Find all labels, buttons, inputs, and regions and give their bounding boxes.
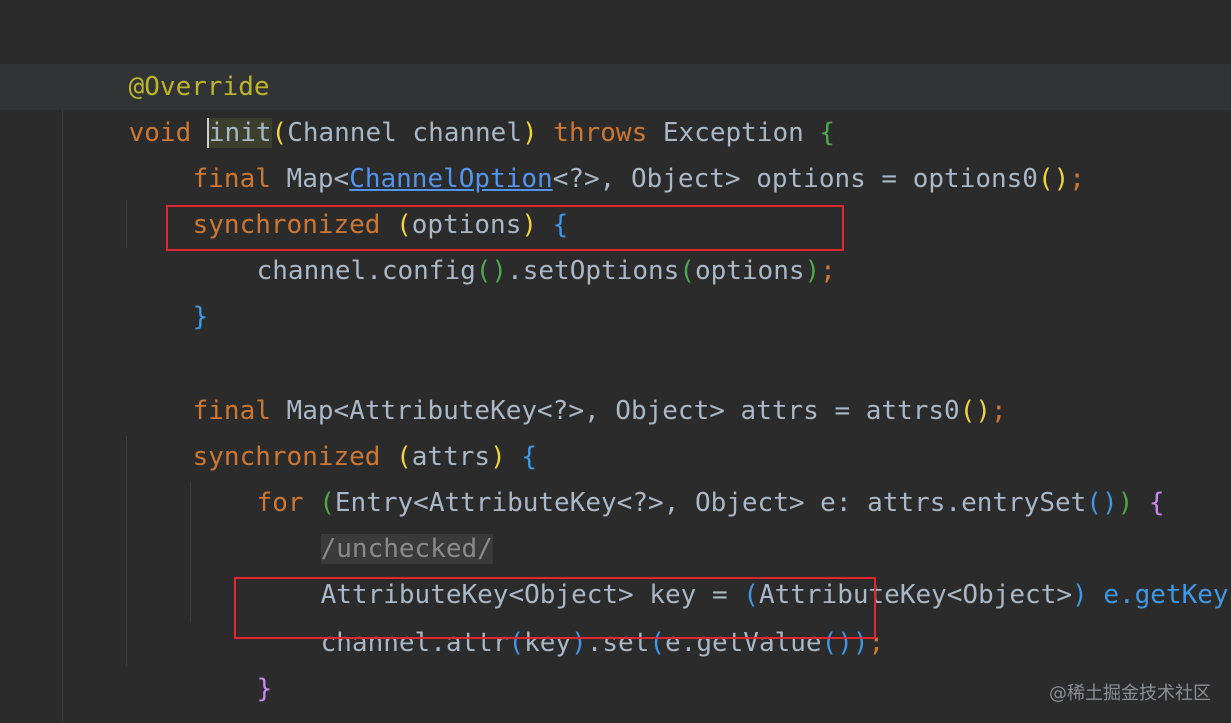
code-line[interactable]: final Map<AttributeKey<?>, Object> attrs… xyxy=(130,342,1007,426)
variable: e: attrs.entrySet xyxy=(804,488,1087,518)
brace: } xyxy=(256,674,273,704)
brace: } xyxy=(192,302,209,332)
indent-guide xyxy=(190,482,191,622)
indent-guide xyxy=(126,436,127,666)
paren: () xyxy=(959,396,992,426)
indent-guide xyxy=(126,200,127,248)
code-line[interactable]: synchronized (attrs) { xyxy=(130,388,537,472)
paren: ( xyxy=(679,256,695,286)
highlight-box-config xyxy=(166,205,844,251)
code-line[interactable]: for (Entry<AttributeKey<?>, Object> e: a… xyxy=(194,434,1165,518)
variable: options xyxy=(694,256,805,286)
type-name: , Object> xyxy=(599,164,741,194)
type-name: , Object> xyxy=(663,488,805,518)
code-line[interactable]: @Override xyxy=(66,18,270,102)
method-call: channel.config xyxy=(256,256,476,286)
paren: ) xyxy=(804,256,821,286)
method-call: .setOptions xyxy=(507,256,680,286)
code-line[interactable]: } xyxy=(130,248,209,332)
watermark: @稀土掘金技术社区 xyxy=(1049,683,1211,704)
paren: () xyxy=(1037,164,1070,194)
assignment: attrs = attrs0 xyxy=(724,396,960,426)
generic: <?> xyxy=(616,488,664,518)
generic: <?> xyxy=(537,396,584,426)
indent-guide xyxy=(62,110,63,723)
semicolon: ; xyxy=(1069,164,1085,194)
assignment: options = options0 xyxy=(740,164,1038,194)
type-name: , Object> xyxy=(584,396,725,426)
code-line[interactable]: AttributeKey<Object> key = (AttributeKey… xyxy=(258,526,1231,610)
paren: ) xyxy=(1117,488,1134,518)
code-line[interactable]: synchronized (options) { xyxy=(130,156,569,240)
semicolon: ; xyxy=(991,396,1007,426)
paren: ) e.getKey xyxy=(1072,580,1229,610)
brace: { xyxy=(1148,488,1165,518)
highlight-box-attr xyxy=(234,577,876,639)
code-editor[interactable]: @Override void init(Channel channel) thr… xyxy=(0,0,1231,723)
code-line[interactable]: final Map<ChannelOption<?>, Object> opti… xyxy=(130,110,1085,194)
code-line[interactable]: /unchecked/ xyxy=(258,480,493,564)
code-line[interactable]: } xyxy=(130,666,209,723)
paren: () xyxy=(1086,488,1118,518)
paren: () xyxy=(475,256,508,286)
semicolon: ; xyxy=(820,256,836,286)
code-line[interactable]: void init(Channel channel) throws Except… xyxy=(66,64,835,148)
